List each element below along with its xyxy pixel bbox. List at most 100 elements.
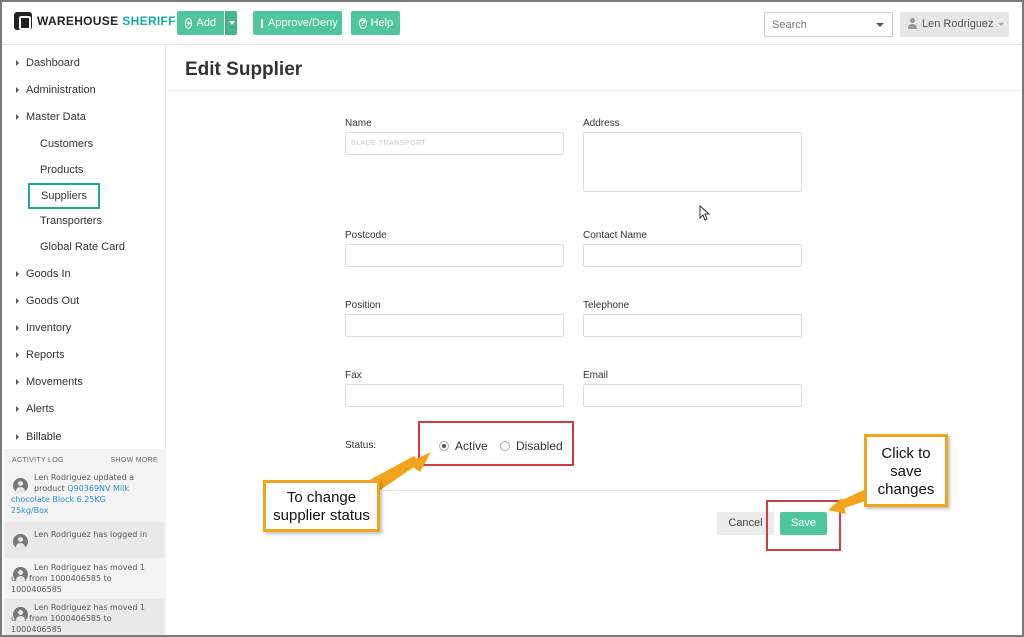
envelope-icon — [261, 18, 263, 28]
page-title: Edit Supplier — [185, 59, 303, 80]
activity-text: product — [34, 484, 68, 493]
activity-line: Len Rodriguez has logged in — [4, 529, 164, 540]
sidebar-item-alerts[interactable]: Alerts — [16, 403, 54, 415]
activity-line: Len Rodriguez updated a — [4, 472, 164, 483]
status-highlight-box — [418, 421, 574, 466]
save-highlight-box — [766, 500, 841, 551]
sidebar-item-goods-in[interactable]: Goods In — [16, 268, 71, 280]
question-circle-icon: ? — [359, 17, 367, 29]
sidebar-item-inventory[interactable]: Inventory — [16, 322, 71, 334]
telephone-field[interactable] — [583, 314, 802, 337]
activity-user: Len Rodriguez — [34, 530, 91, 539]
status-label: Status: — [345, 440, 377, 451]
activity-entry: Len Rodriguez has moved 1 unit from 1000… — [4, 560, 164, 599]
product-link[interactable]: 25kg/Box — [4, 505, 164, 516]
telephone-label: Telephone — [583, 300, 630, 311]
sidebar-item-label: Goods Out — [26, 295, 80, 307]
sidebar-subitem-suppliers[interactable]: Suppliers — [28, 183, 100, 209]
brand-word2: SHERIFF — [122, 14, 176, 28]
search-select[interactable]: Search — [764, 12, 893, 37]
app-window: WAREHOUSE SHERIFF + Add Approve/Deny ? H… — [0, 0, 1024, 637]
position-field[interactable] — [345, 314, 564, 337]
add-button-label: Add — [196, 17, 216, 29]
sidebar-item-label: Reports — [26, 349, 65, 361]
help-button[interactable]: ? Help — [351, 11, 400, 35]
logo-icon — [14, 12, 32, 30]
fax-label: Fax — [345, 370, 362, 381]
chevron-down-icon — [876, 23, 884, 27]
activity-text: unit from 1000406585 to — [11, 574, 112, 583]
add-button[interactable]: + Add — [177, 11, 224, 35]
activity-entry: Len Rodriguez has moved 1 unit from 1000… — [4, 599, 164, 635]
user-name: Len Rodriguez — [922, 18, 994, 30]
address-field[interactable] — [583, 132, 802, 192]
sidebar-item-movements[interactable]: Movements — [16, 376, 83, 388]
sidebar-subitem-products[interactable]: Products — [40, 164, 83, 176]
activity-line: Len Rodriguez has moved 1 — [4, 562, 164, 573]
avatar — [13, 567, 28, 582]
product-link[interactable]: Q90369NV Milk — [67, 484, 129, 493]
callout-text: changes — [877, 481, 935, 498]
callout-text: supplier status — [273, 507, 370, 524]
activity-log-header: ACTIVITY LOG SHOW MORE — [12, 457, 158, 464]
sidebar-item-label: Billable — [26, 431, 62, 443]
activity-text: updated a — [93, 473, 135, 482]
sidebar-item-label: Dashboard — [26, 57, 80, 69]
activity-log-panel: ACTIVITY LOG SHOW MORE Len Rodriguez upd… — [4, 449, 166, 635]
search-placeholder: Search — [772, 19, 807, 31]
position-label: Position — [345, 300, 381, 311]
activity-user: Len Rodriguez — [34, 563, 91, 572]
name-field[interactable]: BLADE TRANSPORT — [345, 132, 564, 155]
mouse-cursor-icon — [699, 205, 711, 221]
approve-deny-label: Approve/Deny — [268, 17, 338, 29]
activity-user: Len Rodriguez — [34, 473, 91, 482]
sidebar-item-reports[interactable]: Reports — [16, 349, 65, 361]
caret-right-icon — [16, 352, 19, 358]
email-field[interactable] — [583, 384, 802, 407]
approve-deny-button[interactable]: Approve/Deny — [253, 11, 342, 35]
caret-right-icon — [16, 325, 19, 331]
contact-name-field[interactable] — [583, 244, 802, 267]
brand-logo[interactable]: WAREHOUSE SHERIFF — [14, 12, 176, 30]
avatar — [13, 478, 28, 493]
activity-text: 1000406585 — [11, 625, 62, 634]
sidebar-item-administration[interactable]: Administration — [16, 84, 96, 96]
callout-text: Click to — [881, 445, 931, 462]
fax-field[interactable] — [345, 384, 564, 407]
show-more-link[interactable]: SHOW MORE — [111, 457, 158, 464]
sidebar-item-billable[interactable]: Billable — [16, 431, 61, 443]
add-dropdown-toggle[interactable] — [225, 11, 237, 35]
activity-text: 1000406585 — [11, 585, 62, 594]
activity-entry: Len Rodriguez updated a product Q90369NV… — [4, 472, 164, 519]
brand-word1: WAREHOUSE — [37, 14, 119, 28]
caret-right-icon — [16, 379, 19, 385]
activity-user: Len Rodriguez — [34, 603, 91, 612]
user-menu[interactable]: Len Rodriguez — [900, 12, 1009, 37]
sidebar-item-label: Goods In — [26, 268, 71, 280]
save-callout: Click to save changes — [864, 434, 948, 507]
postcode-label: Postcode — [345, 230, 387, 241]
divider — [345, 490, 841, 491]
sidebar-item-goods-out[interactable]: Goods Out — [16, 295, 79, 307]
caret-right-icon — [16, 114, 19, 120]
sidebar-subitem-global-rate-card[interactable]: Global Rate Card — [40, 241, 125, 253]
activity-line: product Q90369NV Milk — [4, 483, 164, 494]
caret-right-icon — [16, 87, 19, 93]
help-button-label: Help — [370, 17, 394, 29]
name-label: Name — [345, 118, 372, 129]
sidebar-subitem-customers[interactable]: Customers — [40, 138, 93, 150]
sidebar-item-dashboard[interactable]: Dashboard — [16, 57, 80, 69]
activity-text: has moved 1 — [93, 563, 146, 572]
product-link[interactable]: chocolate Block 6.25KG — [4, 494, 164, 505]
sidebar-item-label: Inventory — [26, 322, 72, 334]
email-label: Email — [583, 370, 609, 381]
caret-right-icon — [16, 271, 19, 277]
sidebar-item-label: Master Data — [26, 111, 86, 123]
caret-right-icon — [16, 298, 19, 304]
activity-text: unit from 1000406585 to — [11, 614, 112, 623]
sidebar-item-master-data[interactable]: Master Data — [16, 111, 86, 123]
activity-text: has moved 1 — [93, 603, 146, 612]
postcode-field[interactable] — [345, 244, 564, 267]
callout-text: save — [890, 463, 922, 480]
sidebar-subitem-transporters[interactable]: Transporters — [40, 215, 102, 227]
